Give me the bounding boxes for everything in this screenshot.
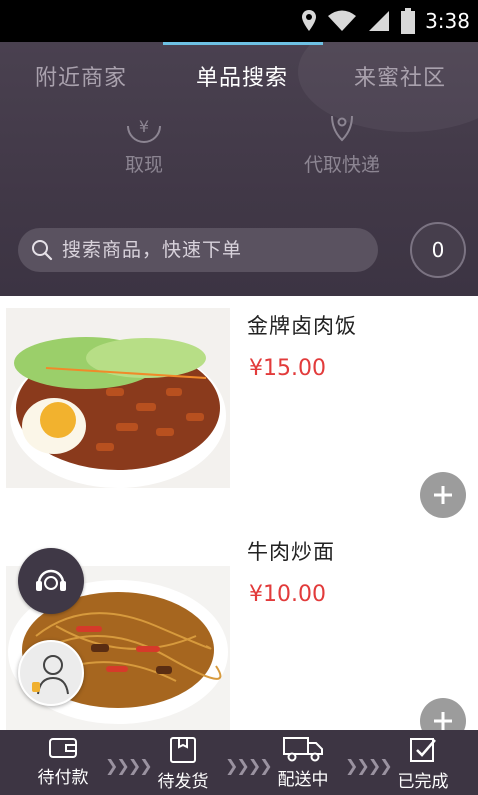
search-bar[interactable]	[18, 228, 378, 272]
location-icon	[302, 10, 317, 31]
order-step-pending-payment[interactable]: 待付款	[23, 735, 103, 788]
product-price: ¥10.00	[249, 582, 326, 607]
product-item[interactable]: 金牌卤肉饭 ¥15.00	[0, 296, 478, 536]
braised-pork-rice-image	[6, 308, 230, 488]
status-bar: 3:38	[0, 0, 478, 42]
check-box-icon	[410, 738, 436, 762]
order-step-label: 已完成	[397, 772, 449, 792]
svg-text:¥: ¥	[139, 117, 149, 136]
plus-icon	[434, 486, 452, 504]
customer-service-button[interactable]	[18, 548, 84, 614]
order-step-completed[interactable]: 已完成	[383, 735, 463, 792]
search-input[interactable]	[60, 238, 378, 262]
quick-action-withdraw-label: 取现	[124, 154, 163, 176]
order-step-label: 待付款	[37, 768, 89, 788]
signal-icon	[369, 11, 390, 31]
tab-laimi-community[interactable]: 来蜜社区	[354, 60, 446, 92]
battery-icon	[401, 8, 416, 34]
product-item[interactable]: 牛肉炒面 ¥10.00	[0, 522, 478, 730]
truck-icon	[283, 737, 323, 762]
product-price: ¥15.00	[249, 356, 326, 381]
tab-nearby-merchants[interactable]: 附近商家	[35, 60, 127, 92]
add-to-cart-button[interactable]	[420, 472, 466, 518]
yen-circle-icon: ¥	[127, 117, 161, 143]
quick-action-express-pickup[interactable]: 代取快递	[296, 112, 388, 177]
order-step-label: 待发货	[157, 772, 209, 792]
add-to-cart-button[interactable]	[420, 698, 466, 730]
headset-icon	[36, 569, 66, 591]
wallet-icon	[49, 738, 77, 758]
quick-action-express-pickup-label: 代取快递	[303, 154, 380, 176]
package-icon	[170, 737, 196, 763]
order-status-bar: 待付款 ❯❯❯❯ 待发货 ❯❯❯❯ 配送中 ❯❯❯❯ 已完成	[0, 730, 478, 795]
cart-count-value: 0	[431, 238, 445, 262]
plus-icon	[434, 712, 452, 730]
search-icon	[32, 240, 53, 261]
product-name: 牛肉炒面	[247, 540, 335, 564]
location-pin-icon	[331, 115, 353, 142]
order-step-delivering[interactable]: 配送中	[263, 735, 343, 790]
quick-action-withdraw[interactable]: ¥ 取现	[113, 112, 175, 177]
status-time: 3:38	[425, 9, 470, 33]
wifi-icon	[328, 10, 357, 31]
active-tab-indicator	[163, 42, 323, 45]
cart-count-button[interactable]: 0	[410, 222, 466, 278]
product-name: 金牌卤肉饭	[247, 314, 357, 338]
tab-product-search[interactable]: 单品搜索	[196, 60, 288, 92]
order-step-label: 配送中	[277, 770, 329, 790]
order-step-pending-shipment[interactable]: 待发货	[143, 735, 223, 792]
tab-bar: 附近商家 单品搜索 来蜜社区	[0, 60, 478, 100]
user-profile-button[interactable]	[18, 640, 84, 706]
header: 附近商家 单品搜索 来蜜社区 ¥ 取现 代取快递 0	[0, 42, 478, 296]
user-thumbs-up-icon	[32, 655, 69, 695]
